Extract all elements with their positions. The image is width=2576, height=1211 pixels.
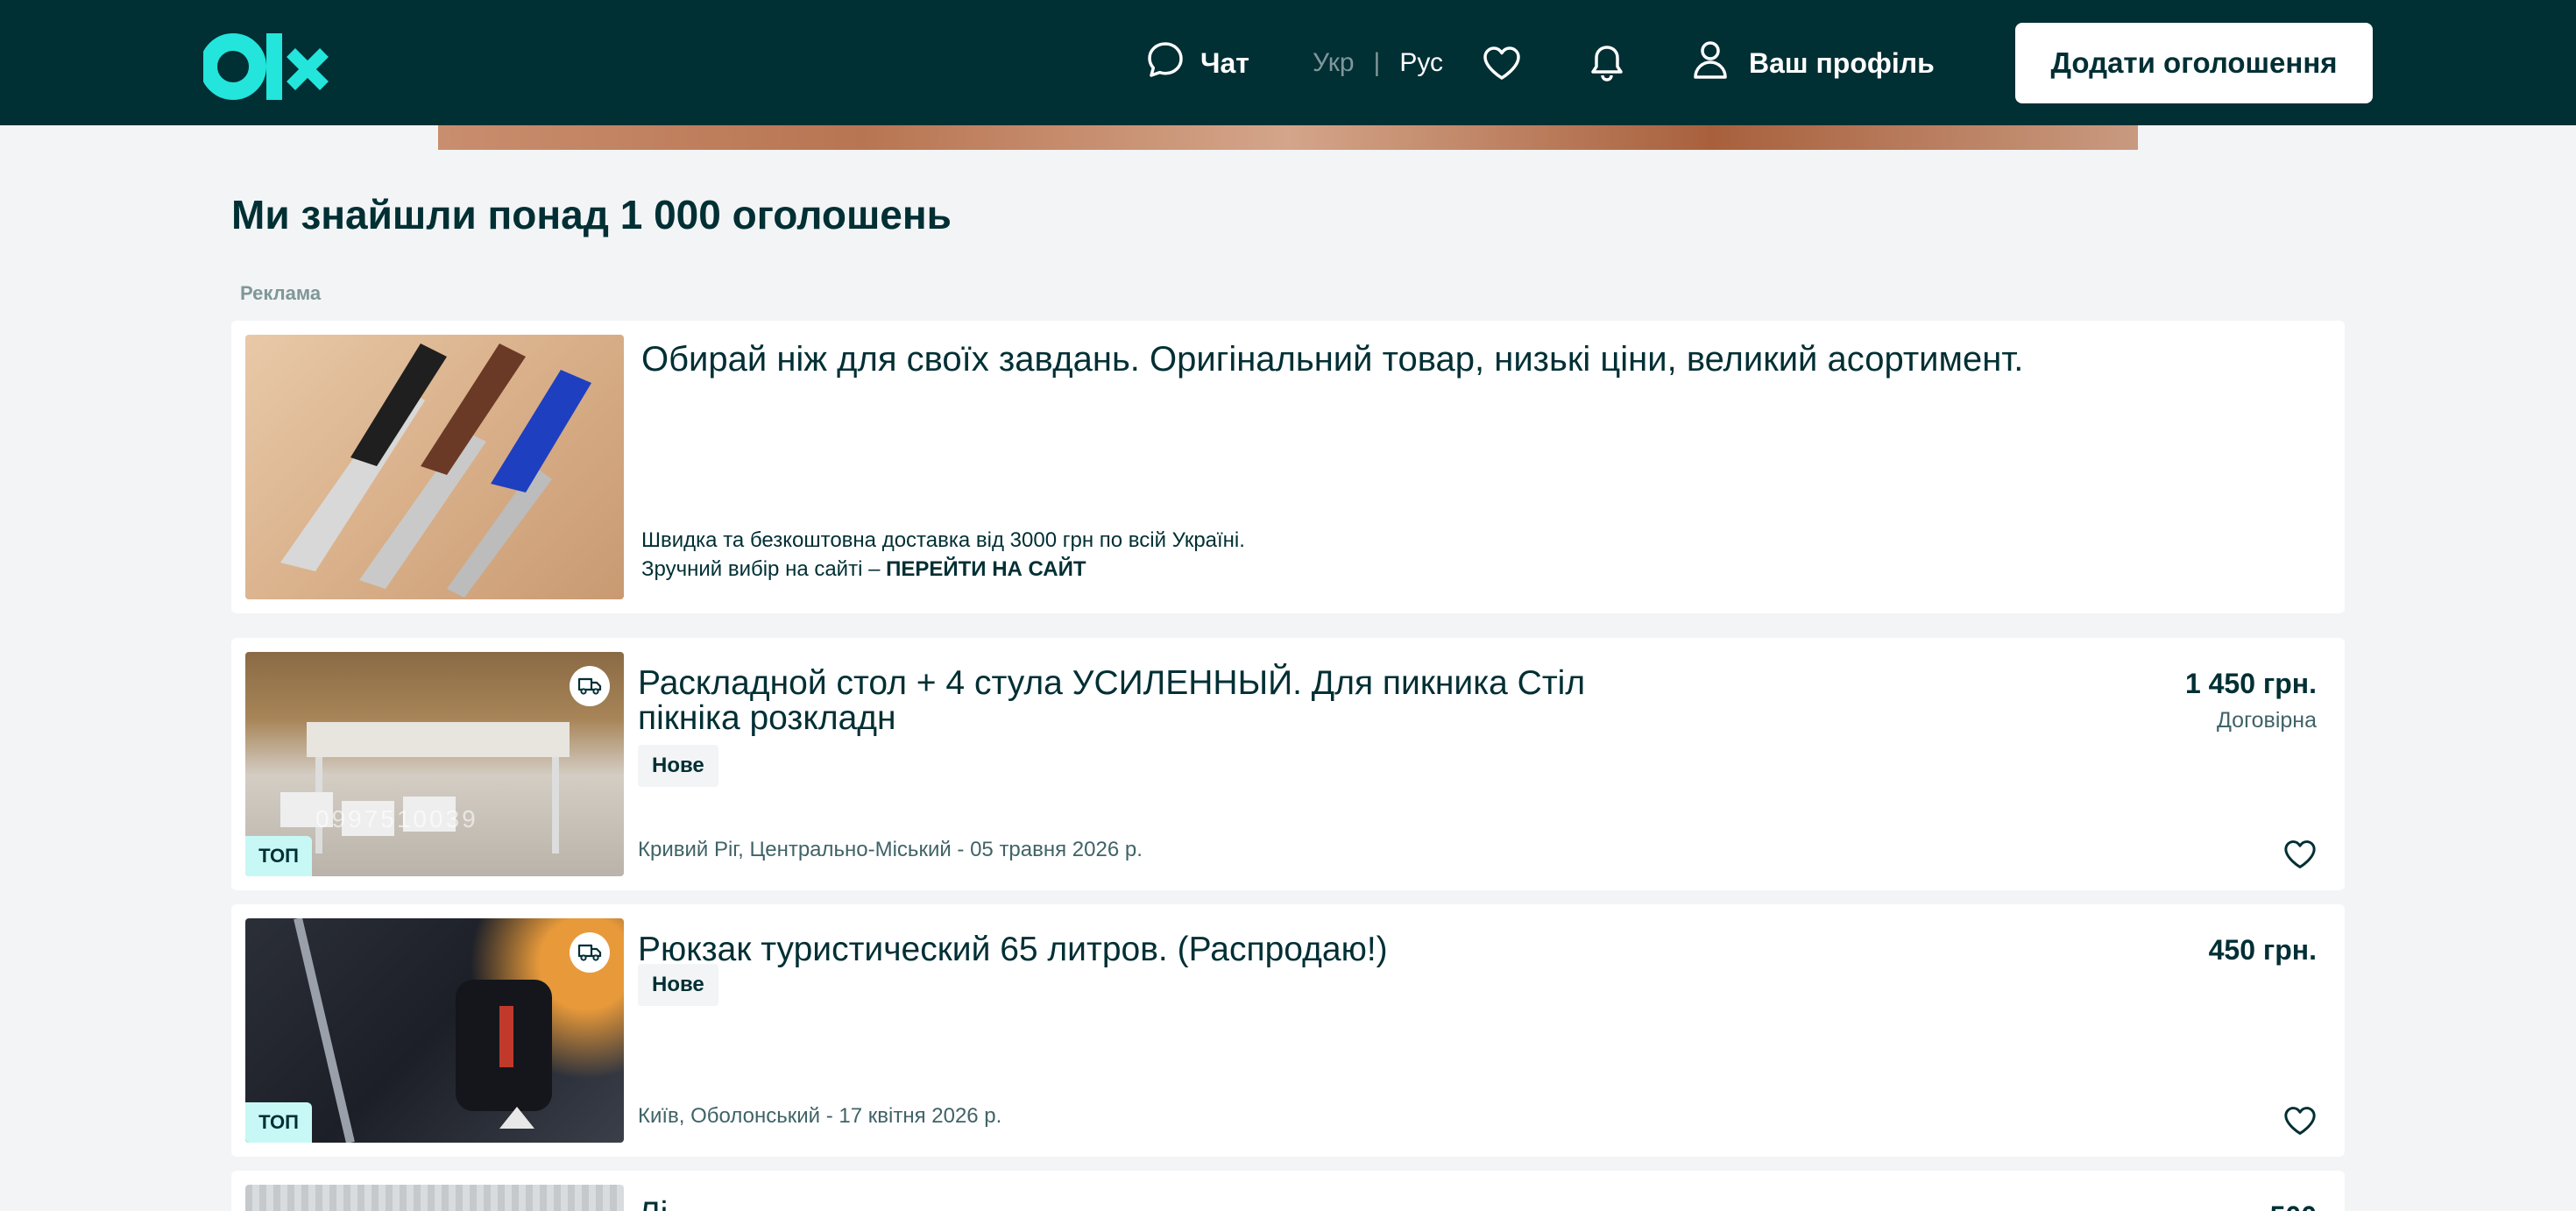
lang-ru[interactable]: Рус [1399,48,1443,78]
favorite-button[interactable] [2282,836,2318,873]
profile-link[interactable]: Ваш профіль [1691,40,1935,86]
location-date: Кривий Ріг, Центрально-Міський - 05 трав… [638,838,1143,861]
ad-image-knives[interactable] [245,335,624,599]
price: 1 450 грн. [2184,668,2317,699]
ad-site-link[interactable]: ПЕРЕЙТИ НА САЙТ [886,557,1086,581]
price: 450 грн. [2208,934,2317,966]
language-switcher: Укр | Рус [1313,46,1443,81]
listing-title[interactable]: Лі [638,1197,1672,1211]
condition-tag: Нове [638,745,718,787]
ad-title[interactable]: Обирай ніж для своїх завдань. Оригінальн… [641,340,2023,379]
user-icon [1691,39,1730,87]
favorites-button[interactable] [1481,42,1523,84]
ad-desc-line1: Швидка та безкоштовна доставка від 3000 … [641,528,1245,552]
listing-image[interactable]: ТОП [245,918,624,1143]
top-banner-image[interactable] [438,125,2138,150]
ad-description: Швидка та безкоштовна доставка від 3000 … [641,526,1245,584]
negotiable-label: Договірна [2216,708,2317,733]
listing-image[interactable] [245,1185,624,1211]
bell-icon [1591,46,1623,81]
truck-icon [577,677,602,695]
olx-logo[interactable] [200,33,331,100]
notifications-button[interactable] [1586,42,1628,84]
ad-card[interactable]: Обирай ніж для своїх завдань. Оригінальн… [231,321,2345,613]
listing-card[interactable]: Лі 500 [231,1171,2345,1211]
price: 500 [2270,1200,2317,1211]
heart-icon [2284,840,2316,868]
results-title: Ми знайшли понад 1 000 оголошень [231,192,952,237]
profile-label: Ваш профіль [1749,46,1935,79]
lang-separator: | [1373,48,1381,77]
listing-image[interactable]: 0997510039 ТОП [245,652,624,876]
delivery-badge [570,932,610,973]
condition-tag: Нове [638,964,718,1006]
top-badge: ТОП [245,1102,312,1143]
image-watermark: 0997510039 [315,805,478,832]
listing-card[interactable]: ТОП Рюкзак туристический 65 литров. (Рас… [231,904,2345,1157]
ad-desc-line2: Зручний вибір на сайті – ПЕРЕЙТИ НА САЙТ [641,555,1245,584]
chat-icon [1146,40,1185,86]
chat-link[interactable]: Чат [1146,42,1249,84]
listing-title[interactable]: Раскладной стол + 4 стула УСИЛЕННЫЙ. Для… [638,666,1672,736]
top-badge: ТОП [245,836,312,876]
add-listing-button[interactable]: Додати оголошення [2015,23,2373,103]
delivery-badge [570,666,610,706]
top-header: Чат Укр | Рус Ваш профіль Додати оголоше… [0,0,2576,125]
chat-label: Чат [1200,46,1249,79]
listing-card[interactable]: 0997510039 ТОП Раскладной стол + 4 стула… [231,638,2345,890]
lang-uk[interactable]: Укр [1313,48,1355,78]
truck-icon [577,944,602,961]
ad-label: Реклама [240,282,322,304]
ad-desc-line2-prefix: Зручний вибір на сайті – [641,557,887,581]
heart-icon [2284,1107,2316,1135]
listing-title[interactable]: Рюкзак туристический 65 литров. (Распрод… [638,932,1672,967]
favorite-button[interactable] [2282,1102,2318,1139]
heart-icon [1483,46,1520,80]
location-date: Київ, Оболонський - 17 квітня 2026 р. [638,1104,1002,1128]
